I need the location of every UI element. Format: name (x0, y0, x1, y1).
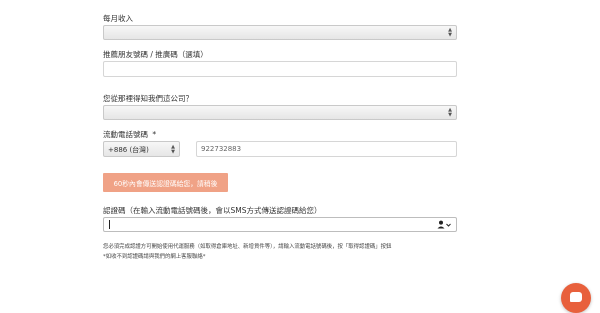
send-code-button[interactable]: 60秒內會傳送認證碼給您，請稍後 (103, 173, 228, 192)
mobile-number-value: 922732883 (201, 145, 242, 153)
referral-label: 推薦朋友號碼 / 推廣碼（選填） (103, 50, 208, 59)
updown-arrows-icon: ▲ ▼ (448, 107, 452, 118)
user-dropdown-icon-glyph (437, 220, 451, 229)
source-label: 您從那裡得知我們這公司？ (103, 94, 193, 103)
updown-arrows-icon: ▲ ▼ (171, 144, 175, 155)
country-code-select[interactable]: +886 (台灣) ▲ ▼ (103, 141, 180, 157)
chat-icon (570, 292, 582, 302)
referral-input[interactable] (103, 61, 457, 77)
user-dropdown-icon[interactable] (437, 220, 451, 231)
verification-label: 認證碼（在輸入流動電話號碼後，會以SMS方式傳送認證碼給您） (103, 206, 322, 215)
required-mark: * (152, 130, 157, 139)
monthly-income-select[interactable]: ▲ ▼ (103, 25, 457, 40)
verification-note: 您必須完成認證方可開始使用代運服務（如取得倉庫地址、新增貨件等），請輸入流動電話… (103, 244, 392, 250)
support-note: *如收不到認證碼請與我們的網上客服聯絡* (103, 254, 206, 260)
chat-button[interactable] (561, 283, 591, 313)
mobile-label: 流動電話號碼 * (103, 129, 156, 140)
text-cursor (109, 220, 110, 229)
monthly-income-label: 每月收入 (103, 14, 133, 23)
mobile-number-input[interactable]: 922732883 (196, 141, 457, 157)
source-select[interactable]: ▲ ▼ (103, 105, 457, 120)
verification-input[interactable] (103, 217, 457, 232)
updown-arrows-icon: ▲ ▼ (448, 27, 452, 38)
country-code-value: +886 (台灣) (108, 146, 149, 154)
mobile-label-text: 流動電話號碼 (103, 130, 148, 139)
